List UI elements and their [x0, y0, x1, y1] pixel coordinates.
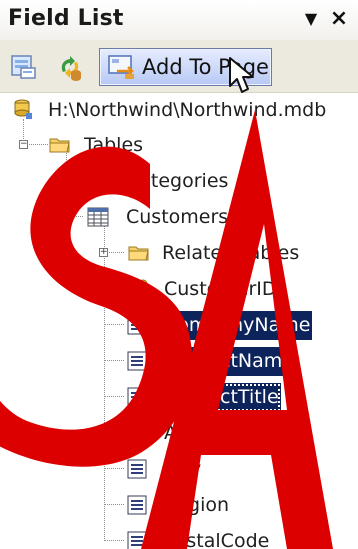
table-icon	[87, 171, 109, 191]
field-label: PostalCode	[164, 530, 270, 549]
field-tree: H:\Northwind\Northwind.mdb − Tables + Ca…	[0, 92, 358, 549]
field-row-contactname[interactable]: ContactName	[0, 346, 358, 377]
field-label: Region	[164, 494, 230, 516]
field-label: City	[164, 458, 202, 480]
field-list-panel: Field List ▼ × Add To Page H:\Northwind\…	[0, 0, 358, 549]
add-to-page-button[interactable]: Add To Page	[99, 48, 272, 86]
field-row-postalcode[interactable]: PostalCode	[0, 526, 358, 549]
tree-item-customers[interactable]: Customers	[0, 202, 358, 233]
field-label: CompanyName	[162, 311, 313, 340]
close-icon[interactable]: ×	[327, 6, 351, 31]
show-view-icon[interactable]	[10, 53, 38, 81]
field-label: CustomerID	[164, 278, 277, 300]
field-icon	[127, 315, 147, 335]
field-row-customerid[interactable]: CustomerID	[0, 274, 358, 305]
field-row-city[interactable]: City	[0, 454, 358, 485]
tree-tables-row[interactable]: Tables	[0, 130, 358, 161]
tree-database-row[interactable]: H:\Northwind\Northwind.mdb	[0, 95, 358, 126]
table-label: Customers	[126, 206, 229, 228]
add-to-page-label: Add To Page	[142, 55, 269, 79]
title-bar: Field List ▼ ×	[0, 0, 358, 41]
toolbar: Add To Page	[0, 40, 358, 93]
folder-icon	[128, 246, 149, 261]
field-label: ContactTitle	[162, 383, 281, 412]
folder-icon	[49, 138, 70, 153]
panel-title: Field List	[8, 6, 124, 31]
field-row-companyname[interactable]: CompanyName	[0, 310, 358, 341]
database-icon	[14, 99, 32, 119]
field-row-region[interactable]: Region	[0, 490, 358, 521]
table-icon	[87, 207, 109, 227]
tree-item-related-tables[interactable]: Related Tables	[0, 238, 358, 269]
field-icon	[127, 387, 147, 407]
field-icon	[127, 459, 147, 479]
refresh-icon[interactable]	[56, 53, 84, 81]
tables-label: Tables	[84, 134, 144, 156]
tree-item-categories[interactable]: Categories	[0, 166, 358, 197]
field-row-address[interactable]: Address	[0, 418, 358, 449]
field-label: Address	[164, 422, 240, 444]
field-icon	[127, 531, 147, 549]
field-icon	[127, 351, 147, 371]
related-tables-label: Related Tables	[162, 242, 300, 264]
database-path: H:\Northwind\Northwind.mdb	[48, 99, 327, 121]
dropdown-arrow-icon[interactable]: ▼	[299, 6, 323, 30]
field-row-contacttitle[interactable]: ContactTitle	[0, 382, 358, 413]
field-icon	[127, 423, 147, 443]
field-label: ContactName	[162, 347, 296, 376]
table-label: Categories	[126, 170, 229, 192]
add-to-page-icon	[108, 55, 134, 79]
field-icon	[127, 495, 147, 515]
primary-key-field-icon	[127, 279, 148, 299]
